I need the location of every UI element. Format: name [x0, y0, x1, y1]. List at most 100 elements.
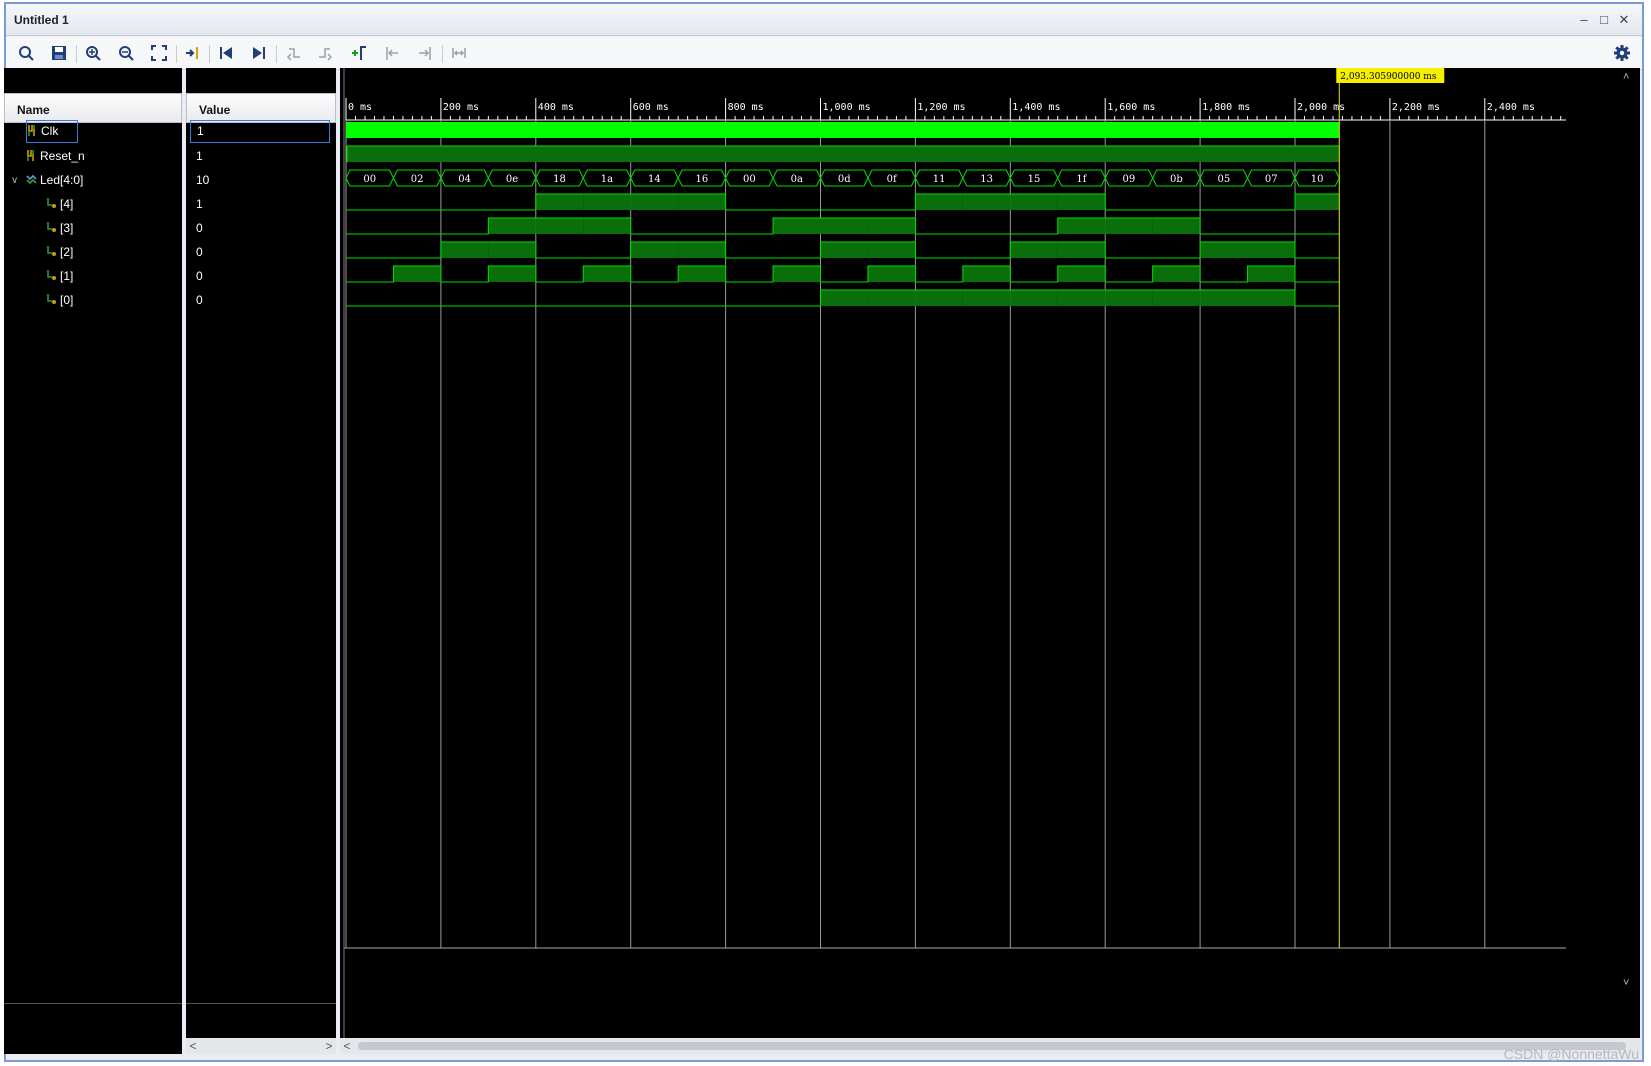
maximize-icon[interactable]: □ [1594, 10, 1614, 30]
waveform-canvas[interactable]: 0 ms 200 ms 400 ms 600 ms 800 ms 1,000 ms 1,20… [340, 68, 1640, 1054]
swap-cursors-icon[interactable] [447, 42, 471, 64]
bus-value-label: 15 [1028, 174, 1041, 185]
scroll-thumb[interactable] [358, 1042, 1626, 1050]
signal-names-panel: Name Clk Reset_n ∨ Led[4:0] [4] [3] [2] [1] [0] [4, 68, 182, 1054]
signal-value: 1 [196, 197, 203, 211]
bit-high-fill [1200, 290, 1248, 306]
bus-signal-icon [26, 173, 40, 187]
ruler-tick-label: 2,000 ms [1297, 102, 1345, 113]
window-title: Untitled 1 [14, 13, 69, 27]
bit-high-fill [1247, 242, 1295, 258]
bit-high-fill [1010, 290, 1058, 306]
scroll-left-icon[interactable]: < [340, 1038, 354, 1054]
ruler-tick-label: 400 ms [538, 102, 574, 113]
previous-transition-icon[interactable] [281, 42, 305, 64]
bit-high-fill [1105, 218, 1153, 234]
expand-chevron-icon[interactable]: ∨ [11, 168, 18, 193]
scroll-left-icon[interactable]: < [186, 1038, 200, 1054]
bit-high-fill [773, 266, 821, 282]
waveform-horizontal-scrollbar[interactable]: < [340, 1038, 1640, 1054]
time-ruler[interactable] [340, 96, 1640, 120]
next-transition-icon[interactable] [314, 42, 338, 64]
signal-row[interactable]: [0] [46, 288, 73, 313]
bit-high-fill [1105, 290, 1153, 306]
bit-high-fill [535, 218, 584, 234]
gear-icon[interactable] [1610, 42, 1634, 64]
close-icon[interactable]: ✕ [1614, 10, 1634, 30]
led-bit-waveform[interactable] [346, 193, 1340, 211]
signal-row[interactable]: [2] [46, 240, 73, 265]
bit-high-fill [678, 266, 726, 282]
ruler-tick-label: 800 ms [728, 102, 764, 113]
bus-value-label: 1f [1076, 174, 1087, 185]
bus-value-label: 1a [601, 174, 613, 185]
signal-name: [4] [60, 197, 74, 211]
bit-high-fill [1200, 242, 1248, 258]
signal-row[interactable]: [1] [46, 264, 73, 289]
ruler-tick-label: 1,600 ms [1107, 102, 1155, 113]
ruler-tick-label: 200 ms [443, 102, 479, 113]
add-marker-icon[interactable] [347, 42, 371, 64]
bit-high-fill [488, 242, 536, 258]
signal-value: 0 [196, 221, 203, 235]
bit-high-fill [1152, 290, 1201, 306]
signal-row[interactable]: ∨ Led[4:0] [11, 168, 83, 193]
signal-value: 0 [196, 269, 203, 283]
signal-row[interactable]: [4] [46, 192, 73, 217]
bus-value-label: 00 [363, 174, 376, 185]
bit-high-fill [820, 218, 868, 234]
bus-value-label: 14 [648, 174, 661, 185]
signal-row[interactable]: Clk [26, 120, 78, 143]
bit-high-fill [962, 266, 1011, 282]
next-marker-icon[interactable] [413, 42, 437, 64]
reset-waveform[interactable] [347, 146, 1340, 162]
name-column-header[interactable]: Name [4, 93, 182, 123]
ruler-tick-label: 1,400 ms [1012, 102, 1060, 113]
signal-row[interactable]: [3] [46, 216, 73, 241]
bit-high-fill [962, 290, 1011, 306]
signal-name: [0] [60, 293, 74, 307]
bus-value-label: 13 [980, 174, 993, 185]
search-icon[interactable] [14, 42, 38, 64]
clk-waveform[interactable] [346, 122, 1340, 138]
bit-high-fill [440, 242, 489, 258]
waveform-panel[interactable]: 0 ms 200 ms 400 ms 600 ms 800 ms 1,000 ms 1,20… [340, 68, 1640, 1054]
go-to-time-zero-icon[interactable] [214, 42, 238, 64]
bus-value-label: 11 [933, 174, 946, 185]
minimize-icon[interactable]: – [1574, 10, 1594, 30]
save-icon[interactable] [47, 42, 71, 64]
bus-value-label: 00 [743, 174, 756, 185]
zoom-fit-icon[interactable] [147, 42, 171, 64]
bit-high-fill [583, 266, 631, 282]
bit-high-fill [867, 242, 916, 258]
bit-high-fill [867, 218, 916, 234]
bus-value-label: 04 [458, 174, 471, 185]
signal-value: 10 [196, 173, 210, 187]
bit-signal-icon [27, 124, 41, 138]
ruler-tick-label: 1,800 ms [1202, 102, 1250, 113]
scroll-down-icon[interactable]: ˅ [1623, 977, 1629, 989]
bit-signal-icon [46, 245, 60, 259]
value-column-header[interactable]: Value [186, 93, 336, 123]
bit-high-fill [630, 194, 679, 210]
bit-high-fill [1152, 218, 1201, 234]
zoom-out-icon[interactable] [114, 42, 138, 64]
go-to-cursor-icon[interactable] [181, 42, 205, 64]
zoom-in-icon[interactable] [81, 42, 105, 64]
bus-value-label: 16 [696, 174, 709, 185]
previous-marker-icon[interactable] [380, 42, 404, 64]
bit-high-fill [393, 266, 441, 282]
title-bar: Untitled 1 – □ ✕ [6, 4, 1642, 36]
ruler-tick-label: 2,400 ms [1487, 102, 1535, 113]
scroll-right-icon[interactable]: > [322, 1038, 336, 1054]
values-horizontal-scrollbar[interactable]: < > [186, 1038, 336, 1054]
bit-high-fill [630, 242, 679, 258]
scroll-up-icon[interactable]: ˄ [1623, 71, 1629, 83]
bit-high-fill [1057, 242, 1106, 258]
bit-signal-icon [46, 221, 60, 235]
bit-high-fill [1247, 290, 1295, 306]
ruler-tick-label: 1,200 ms [917, 102, 965, 113]
go-to-last-time-icon[interactable] [247, 42, 271, 64]
signal-row[interactable]: Reset_n [26, 144, 85, 169]
watermark: CSDN @NonnettaWu [1503, 1046, 1639, 1062]
